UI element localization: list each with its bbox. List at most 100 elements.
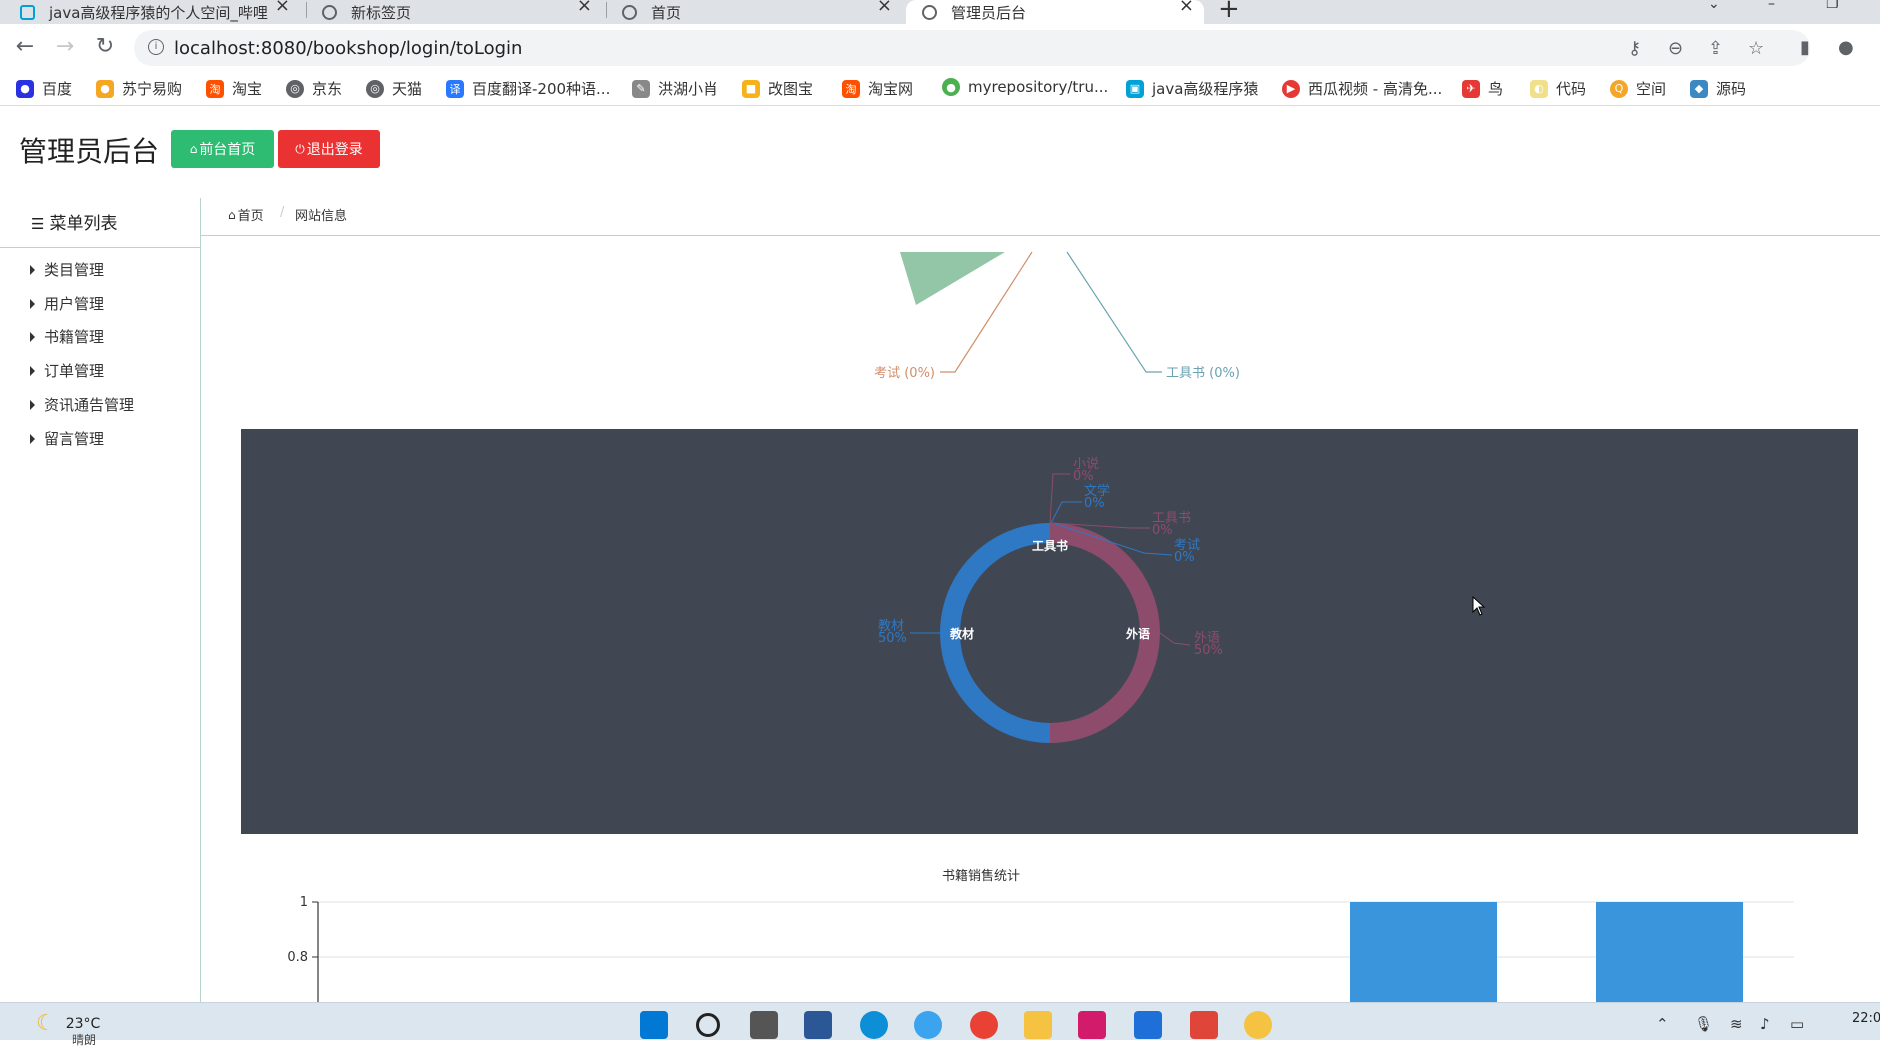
- explorer-app-icon[interactable]: [804, 1011, 832, 1039]
- chrome-icon[interactable]: [970, 1011, 998, 1039]
- chevron-up-icon[interactable]: ⌃: [1656, 1015, 1669, 1033]
- zoom-icon[interactable]: ⊖: [1668, 38, 1683, 59]
- bookmark-baidu[interactable]: ● 百度: [16, 78, 72, 99]
- close-icon[interactable]: ×: [1179, 0, 1194, 15]
- bilibili-icon: ▣: [1126, 79, 1144, 98]
- sidebar-item-users[interactable]: 用户管理: [30, 293, 104, 314]
- profile-icon[interactable]: ●: [1838, 37, 1854, 58]
- bar[interactable]: [1596, 902, 1743, 1002]
- logout-button[interactable]: ⏻ 退出登录: [278, 130, 380, 168]
- bookmark-jd[interactable]: ◎ 京东: [286, 78, 342, 99]
- donut-outer-label-pct: 0%: [1152, 523, 1173, 538]
- caret-right-icon: [30, 264, 35, 275]
- sidebar-item-messages[interactable]: 留言管理: [30, 428, 104, 449]
- sidebar-item-orders[interactable]: 订单管理: [30, 360, 104, 381]
- bookmark-xigua[interactable]: ▶ 西瓜视频 - 高清免...: [1282, 78, 1442, 99]
- paint-icon[interactable]: [1190, 1011, 1218, 1039]
- tab-bilibili[interactable]: java高级程序猿的个人空间_哔哩 ×: [20, 0, 300, 24]
- bookmark-java-bilibili[interactable]: ▣ java高级程序猿: [1126, 78, 1258, 99]
- bookmark-label: 代码: [1556, 80, 1587, 98]
- front-home-button[interactable]: ⌂ 前台首页: [171, 130, 274, 168]
- site-info-icon[interactable]: i: [148, 39, 164, 55]
- weather-widget[interactable]: ☾ 23°C 晴朗: [36, 1011, 101, 1047]
- tab-divider: [306, 2, 307, 18]
- bookmark-gaitubao[interactable]: ■ 改图宝: [742, 78, 813, 99]
- share-icon[interactable]: ⇪: [1708, 38, 1723, 59]
- tab-label: java高级程序猿的个人空间_哔哩: [49, 3, 268, 22]
- bookmark-myrepository[interactable]: ● myrepository/tru...: [942, 78, 1108, 96]
- forward-arrow-icon[interactable]: →: [52, 34, 78, 59]
- search-icon[interactable]: [696, 1013, 720, 1037]
- donut-outer-label-pct: 0%: [1073, 469, 1094, 484]
- translate-icon: 译: [446, 79, 464, 98]
- pet-icon[interactable]: [1244, 1011, 1272, 1039]
- caret-right-icon: [30, 433, 35, 444]
- bookmark-label: 洪湖小肖: [658, 80, 719, 98]
- edge-icon[interactable]: [860, 1011, 888, 1039]
- close-icon[interactable]: ×: [877, 0, 892, 15]
- caret-right-icon: [30, 298, 35, 309]
- sidebar-item-news[interactable]: 资讯通告管理: [30, 394, 134, 415]
- breadcrumb-current: 网站信息: [295, 209, 348, 224]
- taobao-icon: 淘: [206, 79, 224, 98]
- close-icon[interactable]: ×: [275, 0, 290, 15]
- new-tab-icon[interactable]: +: [1218, 0, 1240, 24]
- key-icon[interactable]: ⚷: [1628, 38, 1641, 59]
- shield-icon[interactable]: [1134, 1011, 1162, 1039]
- tab-label: 首页: [651, 3, 682, 22]
- tab-new-tab[interactable]: 新标签页 ×: [322, 0, 602, 24]
- bookmark-bird[interactable]: ✈ 鸟: [1462, 78, 1503, 99]
- bookmark-baidu-translate[interactable]: 译百度翻译-200种语...: [446, 78, 610, 99]
- microphone-icon[interactable]: 🎙: [1694, 1015, 1713, 1033]
- bookmark-label: 改图宝: [768, 80, 814, 98]
- page-title: 管理员后台: [19, 135, 160, 168]
- label-leader-line: [1066, 251, 1162, 373]
- battery-icon[interactable]: ▭: [1790, 1015, 1804, 1033]
- restore-icon[interactable]: ❐: [1826, 0, 1839, 12]
- sidebar-item-category[interactable]: 类目管理: [30, 259, 104, 280]
- baidu-icon: ●: [16, 79, 34, 98]
- chrome-icon: ●: [942, 78, 960, 96]
- back-arrow-icon[interactable]: ←: [12, 34, 38, 59]
- temperature: 23°C: [65, 1015, 101, 1032]
- clock-time[interactable]: 22:0: [1852, 1011, 1880, 1027]
- intellij-icon[interactable]: [1078, 1011, 1106, 1039]
- bookmark-honghu[interactable]: ✎ 洪湖小肖: [632, 78, 718, 99]
- wifi-icon[interactable]: ≋: [1730, 1015, 1743, 1033]
- bookmark-code[interactable]: ◐ 代码: [1530, 78, 1586, 99]
- side-panel-icon[interactable]: ▮: [1800, 37, 1810, 58]
- address-bar[interactable]: i localhost:8080/bookshop/login/toLogin …: [134, 30, 1810, 66]
- volume-icon[interactable]: ♪: [1760, 1015, 1770, 1033]
- url-text[interactable]: localhost:8080/bookshop/login/toLogin: [174, 38, 522, 59]
- sidebar-item-label: 用户管理: [44, 295, 105, 313]
- task-view-icon[interactable]: [750, 1011, 778, 1039]
- ie-icon[interactable]: [914, 1011, 942, 1039]
- bookmark-source[interactable]: ◆ 源码: [1690, 78, 1746, 99]
- bookmark-suning[interactable]: ● 苏宁易购: [96, 78, 182, 99]
- close-icon[interactable]: ×: [577, 0, 592, 15]
- folder-icon[interactable]: [1024, 1011, 1052, 1039]
- taobao-icon: 淘: [842, 79, 860, 98]
- bookmark-space[interactable]: Q 空间: [1610, 78, 1666, 99]
- start-icon[interactable]: [640, 1011, 668, 1039]
- category-donut-chart: 外语教材工具书 小说0%文学0%工具书0%考试0%教材50% 外语50%: [878, 457, 1223, 743]
- chevron-down-icon[interactable]: ⌄: [1708, 0, 1720, 12]
- bookmark-taobao-net[interactable]: 淘淘宝网: [842, 78, 913, 99]
- tab-home[interactable]: 首页 ×: [622, 0, 902, 24]
- donut-leader-line: [1049, 473, 1070, 524]
- bookmark-taobao[interactable]: 淘淘宝: [206, 78, 262, 99]
- bookmark-label: 天猫: [392, 80, 423, 98]
- tab-admin[interactable]: 管理员后台 ×: [906, 0, 1204, 24]
- bookmark-label: 西瓜视频 - 高清免...: [1308, 80, 1443, 98]
- bar[interactable]: [1350, 902, 1497, 1002]
- bookmark-tmall[interactable]: ◎ 天猫: [366, 78, 422, 99]
- breadcrumb-separator: /: [280, 205, 285, 220]
- sidebar-item-label: 资讯通告管理: [44, 396, 135, 414]
- sidebar-title: ☰ 菜单列表: [31, 209, 117, 234]
- reload-icon[interactable]: ↻: [92, 34, 118, 59]
- minimize-icon[interactable]: –: [1768, 0, 1775, 12]
- sidebar-item-books[interactable]: 书籍管理: [30, 326, 104, 347]
- breadcrumb-home[interactable]: ⌂ 首页: [228, 205, 264, 225]
- list-icon: ☰: [31, 215, 45, 233]
- star-icon[interactable]: ☆: [1748, 38, 1764, 59]
